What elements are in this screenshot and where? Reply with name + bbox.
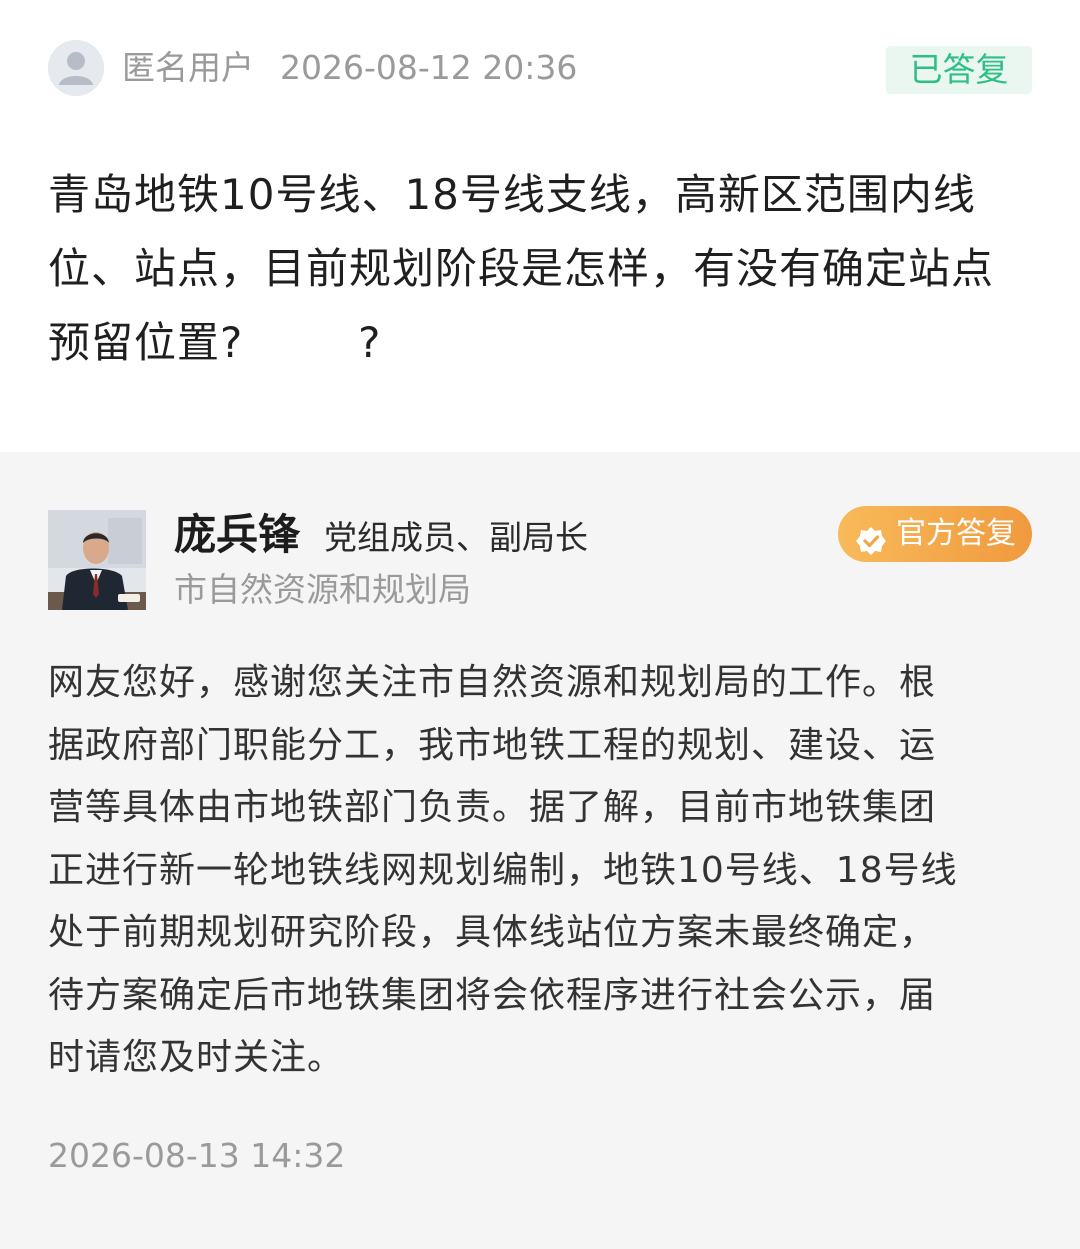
official-name: 庞兵锋 <box>174 510 301 559</box>
verified-check-icon <box>856 519 886 555</box>
answer-card: 庞兵锋 党组成员、副局长 市自然资源和规划局 官方答复 网友您好，感谢您关注市自… <box>0 452 1080 1249</box>
question-timestamp: 2026-08-12 20:36 <box>280 48 578 87</box>
question-card: 匿名用户 2026-08-12 20:36 已答复 青岛地铁10号线、18号线支… <box>0 0 1080 452</box>
official-title: 党组成员、副局长 <box>324 518 588 557</box>
answer-text: 网友您好，感谢您关注市自然资源和规划局的工作。根 据政府部门职能分工，我市地铁工… <box>48 662 958 1078</box>
official-avatar[interactable] <box>48 510 146 610</box>
status-badge: 已答复 <box>886 46 1032 94</box>
answer-timestamp: 2026-08-13 14:32 <box>48 1136 346 1175</box>
official-department: 市自然资源和规划局 <box>174 570 471 609</box>
question-header: 匿名用户 2026-08-12 20:36 已答复 <box>48 40 1032 98</box>
official-reply-label: 官方答复 <box>896 516 1016 551</box>
question-username: 匿名用户 <box>122 48 254 87</box>
official-reply-badge: 官方答复 <box>838 506 1032 562</box>
anonymous-avatar-icon[interactable] <box>48 40 104 96</box>
question-text: 青岛地铁10号线、18号线支线，高新区范围内线 位、站点，目前规划阶段是怎样，有… <box>48 170 995 367</box>
